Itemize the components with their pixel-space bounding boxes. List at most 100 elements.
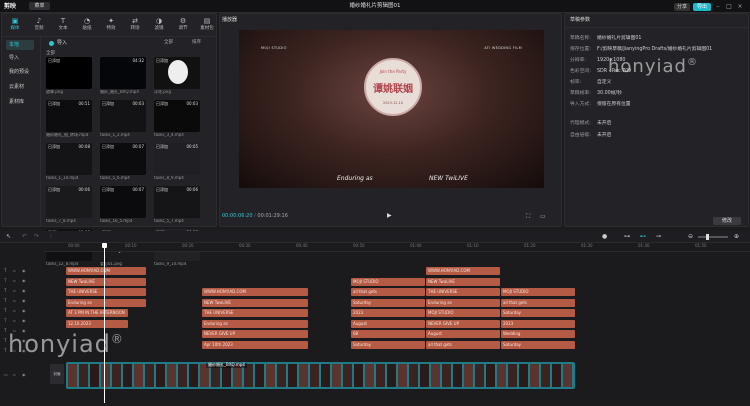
main-track-header[interactable]: ▭ ▫ ◉ [4,372,46,381]
video-preview[interactable]: MOJI STUDIO ATI WEDDING FILM Join the Pa… [239,30,544,188]
cover-button[interactable]: 封面 [50,364,64,384]
zoom-slider[interactable] [698,234,728,240]
zoom-in-icon[interactable]: ⊕ [734,233,739,240]
text-clip[interactable]: Saturday [351,340,425,349]
tab-7[interactable]: ⚙ 调节 [171,14,195,36]
track-header[interactable]: T ▫ ◉ [4,268,46,277]
nav-library[interactable]: 素材库 [6,97,34,107]
tab-6[interactable]: ◑ 滤镜 [147,14,171,36]
import-button[interactable]: 导入 [57,40,67,46]
text-clip[interactable]: MOJI STUDIO [351,277,425,286]
media-thumbnail[interactable]: 已添加 00:51 [46,100,92,132]
media-thumbnail[interactable]: 已添加 00:08 [46,143,92,175]
media-thumbnail[interactable]: 已添加 00:03 [154,100,200,132]
fullscreen-icon[interactable]: ⛶ [526,213,530,220]
lock-icon[interactable]: ▫ [13,298,20,304]
text-clip[interactable]: MOJI STUDIO [501,288,575,296]
text-clip[interactable]: 2023 [501,319,575,328]
import-icon[interactable] [49,40,54,46]
tab-4[interactable]: ✦ 特效 [99,14,123,36]
redo-icon[interactable]: ↷ [34,233,39,240]
maximize-icon[interactable]: □ [725,3,733,10]
text-clip[interactable]: NEW TwoLIVE [202,298,308,307]
media-thumbnail[interactable]: 已添加 00:03 [100,100,146,132]
nav-import[interactable]: 导入 [6,53,34,63]
text-clip[interactable]: Saturday [501,309,575,317]
text-clip[interactable]: Enduring as [202,319,308,328]
track-header[interactable]: T ▫ ◉ [4,288,46,297]
export-button[interactable]: 导出 [692,2,711,11]
modify-button[interactable]: 修改 [713,217,741,225]
nav-local[interactable]: 本地 [6,40,34,50]
lock-icon[interactable]: ▫ [13,308,20,314]
media-thumbnail[interactable]: 04:32 [100,57,146,89]
text-clip[interactable]: MOJI STUDIO [426,309,500,317]
share-button[interactable]: 分享 [673,2,690,11]
split-icon[interactable]: ⋮ [48,233,54,240]
playhead[interactable] [102,243,107,403]
time-ruler[interactable]: 00:00 00:10 00:20 00:30 00:40 00:50 01:00 01:10… [44,243,750,252]
text-clip[interactable]: Apr 10th 2023 [202,340,308,349]
media-thumbnail[interactable]: 已添加 00:07 [100,186,146,218]
minimize-icon[interactable]: – [714,3,722,10]
text-clip[interactable]: August [426,330,500,338]
track-header[interactable]: T ▫ ◉ [4,278,46,287]
text-clip[interactable]: NEVER GIVE UP [426,319,500,328]
text-clip[interactable]: Saturday [351,298,425,307]
text-clip[interactable]: AT 3 PM IN THE AFTERNOON [66,309,128,317]
text-clip[interactable]: 12.10.2023 [66,319,128,328]
text-clip[interactable]: Enduring as [66,298,146,307]
tab-3[interactable]: ◔ 贴纸 [75,14,99,36]
undo-icon[interactable]: ↶ [22,233,27,240]
tab-5[interactable]: ⇄ 转场 [123,14,147,36]
eye-icon[interactable]: ◉ [22,308,29,314]
text-clip[interactable]: all that gets [501,298,575,307]
ratio-icon[interactable]: ▭ [540,213,546,220]
sort-button[interactable]: 排序 [192,40,201,45]
text-clip[interactable]: Saturday [501,340,575,349]
text-clip[interactable]: THE UNIVERSE [66,288,146,296]
lock-icon[interactable]: ▫ [13,318,20,324]
text-clip[interactable]: Enduring as [426,298,500,307]
track-header[interactable]: T ▫ ◉ [4,308,46,317]
text-clip[interactable]: NEW TwoLIVE [426,277,500,286]
tab-1[interactable]: ♪ 音频 [27,14,51,36]
text-clip[interactable]: all that gets [426,340,500,349]
mic-icon[interactable]: ● [602,233,607,240]
lock-icon[interactable]: ▫ [13,372,20,378]
tab-8[interactable]: ▤ 素材包 [195,14,219,36]
text-clip[interactable]: 2023 [351,309,425,317]
text-clip[interactable]: August [351,319,425,328]
eye-icon[interactable]: ◉ [22,298,29,304]
tab-0[interactable]: ▣ 媒体 [3,14,27,36]
nav-cloud[interactable]: 云素材 [6,82,34,92]
text-clip[interactable]: THE UNIVERSE [202,309,308,317]
lock-icon[interactable]: ▫ [13,268,20,274]
media-thumbnail[interactable]: 已添加 00:07 [100,143,146,175]
eye-icon[interactable]: ◉ [22,288,29,294]
media-thumbnail[interactable]: 已添加 00:05 [154,143,200,175]
text-clip[interactable]: all that gets [351,288,425,296]
nav-my-presets[interactable]: 我的预设 [6,67,34,77]
preview-axis-icon[interactable]: ⊸ [656,233,661,240]
text-clip[interactable]: NEW TwoLIVE [66,277,146,286]
eye-icon[interactable]: ◉ [22,268,29,274]
play-icon[interactable]: ▶ [387,212,392,219]
eye-icon[interactable]: ◉ [22,318,29,324]
close-icon[interactable]: × [736,3,744,10]
lock-icon[interactable]: ▫ [13,288,20,294]
tab-2[interactable]: T 文本 [51,14,75,36]
eye-icon[interactable]: ◉ [22,278,29,284]
cursor-icon[interactable]: ↖ [6,233,11,240]
text-clip[interactable]: WWW.HONYIAD.COM [66,267,146,275]
track-header[interactable]: T ▫ ◉ [4,298,46,307]
link-icon[interactable]: ⊶ [624,233,630,240]
text-clip[interactable]: Wedding [501,330,575,338]
text-clip[interactable]: 08 [351,330,425,338]
magnet-icon[interactable]: ⊷ [640,233,646,240]
media-thumbnail[interactable]: 已添加 00:06 [154,186,200,218]
lock-icon[interactable]: ▫ [13,278,20,284]
text-clip[interactable]: WWW.HONYIAD.COM [426,267,500,275]
text-clip[interactable]: THE UNIVERSE [426,288,500,296]
track-header[interactable]: T ▫ ◉ [4,318,46,327]
